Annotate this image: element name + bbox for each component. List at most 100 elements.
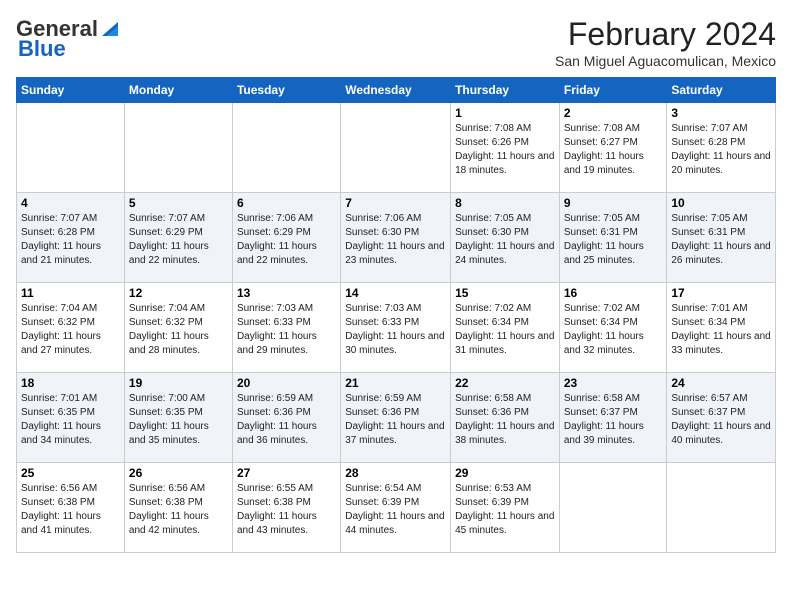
day-info: Sunrise: 7:02 AMSunset: 6:34 PMDaylight:… bbox=[564, 302, 663, 358]
day-number: 10 bbox=[671, 196, 771, 210]
day-number: 11 bbox=[21, 286, 120, 300]
calendar-table: SundayMondayTuesdayWednesdayThursdayFrid… bbox=[16, 77, 776, 553]
day-info: Sunrise: 7:07 AMSunset: 6:28 PMDaylight:… bbox=[671, 122, 771, 178]
day-number: 20 bbox=[237, 376, 336, 390]
day-info: Sunrise: 6:57 AMSunset: 6:37 PMDaylight:… bbox=[671, 392, 771, 448]
day-info: Sunrise: 6:58 AMSunset: 6:37 PMDaylight:… bbox=[564, 392, 663, 448]
month-title: February 2024 bbox=[555, 16, 776, 53]
day-number: 4 bbox=[21, 196, 120, 210]
calendar-cell: 29 Sunrise: 6:53 AMSunset: 6:39 PMDayligh… bbox=[451, 463, 560, 553]
day-info: Sunrise: 7:01 AMSunset: 6:35 PMDaylight:… bbox=[21, 392, 120, 448]
day-number: 28 bbox=[345, 466, 446, 480]
day-info: Sunrise: 7:06 AMSunset: 6:29 PMDaylight:… bbox=[237, 212, 336, 268]
calendar-cell: 21Sunrise: 6:59 AMSunset: 6:36 PMDayligh… bbox=[341, 373, 451, 463]
calendar-cell: 11 Sunrise: 7:04 AMSunset: 6:32 PMDayligh… bbox=[17, 283, 125, 373]
calendar-cell: 13 Sunrise: 7:03 AMSunset: 6:33 PMDayligh… bbox=[232, 283, 340, 373]
logo-wing-icon bbox=[98, 18, 120, 40]
day-info: Sunrise: 6:53 AMSunset: 6:39 PMDaylight:… bbox=[455, 482, 555, 538]
day-number: 21 bbox=[345, 376, 446, 390]
day-info: Sunrise: 6:56 AMSunset: 6:38 PMDaylight:… bbox=[129, 482, 228, 538]
calendar-cell: 22Sunrise: 6:58 AMSunset: 6:36 PMDayligh… bbox=[451, 373, 560, 463]
day-number: 5 bbox=[129, 196, 228, 210]
day-number: 9 bbox=[564, 196, 663, 210]
day-number: 19 bbox=[129, 376, 228, 390]
calendar-cell: 5 Sunrise: 7:07 AMSunset: 6:29 PMDaylight… bbox=[124, 193, 232, 283]
calendar-cell: 9 Sunrise: 7:05 AMSunset: 6:31 PMDaylight… bbox=[559, 193, 667, 283]
day-number: 23 bbox=[564, 376, 663, 390]
weekday-header-thursday: Thursday bbox=[451, 78, 560, 103]
day-number: 17 bbox=[671, 286, 771, 300]
calendar-cell: 10 Sunrise: 7:05 AMSunset: 6:31 PMDayligh… bbox=[667, 193, 776, 283]
calendar-cell: 7 Sunrise: 7:06 AMSunset: 6:30 PMDaylight… bbox=[341, 193, 451, 283]
calendar-cell: 25Sunrise: 6:56 AMSunset: 6:38 PMDayligh… bbox=[17, 463, 125, 553]
calendar-cell: 18 Sunrise: 7:01 AMSunset: 6:35 PMDayligh… bbox=[17, 373, 125, 463]
day-info: Sunrise: 7:01 AMSunset: 6:34 PMDaylight:… bbox=[671, 302, 771, 358]
day-info: Sunrise: 6:54 AMSunset: 6:39 PMDaylight:… bbox=[345, 482, 446, 538]
title-block: February 2024 San Miguel Aguacomulican, … bbox=[555, 16, 776, 69]
calendar-cell: 2 Sunrise: 7:08 AMSunset: 6:27 PMDaylight… bbox=[559, 103, 667, 193]
day-info: Sunrise: 7:08 AMSunset: 6:26 PMDaylight:… bbox=[455, 122, 555, 178]
calendar-cell: 20 Sunrise: 6:59 AMSunset: 6:36 PMDayligh… bbox=[232, 373, 340, 463]
calendar-cell: 23 Sunrise: 6:58 AMSunset: 6:37 PMDayligh… bbox=[559, 373, 667, 463]
calendar-week-row: 25 Sunrise: 6:56 AMSunset: 6:38 PMDayligh… bbox=[17, 463, 776, 553]
day-number: 7 bbox=[345, 196, 446, 210]
day-info: Sunrise: 7:05 AMSunset: 6:31 PMDaylight:… bbox=[671, 212, 771, 268]
day-info: Sunrise: 7:03 AMSunset: 6:33 PMDaylight:… bbox=[237, 302, 336, 358]
page-header: General Blue February 2024 San Miguel Ag… bbox=[16, 16, 776, 69]
day-number: 13 bbox=[237, 286, 336, 300]
day-number: 15 bbox=[455, 286, 555, 300]
calendar-week-row: 11 Sunrise: 7:04 AMSunset: 6:32 PMDayligh… bbox=[17, 283, 776, 373]
calendar-cell bbox=[341, 103, 451, 193]
day-number: 18 bbox=[21, 376, 120, 390]
calendar-cell bbox=[232, 103, 340, 193]
calendar-cell: 6 Sunrise: 7:06 AMSunset: 6:29 PMDaylight… bbox=[232, 193, 340, 283]
day-number: 25 bbox=[21, 466, 120, 480]
weekday-header-tuesday: Tuesday bbox=[232, 78, 340, 103]
calendar-cell bbox=[124, 103, 232, 193]
day-number: 24 bbox=[671, 376, 771, 390]
calendar-cell: 16 Sunrise: 7:02 AMSunset: 6:34 PMDayligh… bbox=[559, 283, 667, 373]
calendar-cell: 24 Sunrise: 6:57 AMSunset: 6:37 PMDayligh… bbox=[667, 373, 776, 463]
calendar-cell: 1 Sunrise: 7:08 AMSunset: 6:26 PMDaylight… bbox=[451, 103, 560, 193]
day-info: Sunrise: 6:59 AMSunset: 6:36 PMDaylight:… bbox=[237, 392, 336, 448]
calendar-cell: 27Sunrise: 6:55 AMSunset: 6:38 PMDayligh… bbox=[232, 463, 340, 553]
weekday-header-wednesday: Wednesday bbox=[341, 78, 451, 103]
day-info: Sunrise: 7:05 AMSunset: 6:31 PMDaylight:… bbox=[564, 212, 663, 268]
day-number: 1 bbox=[455, 106, 555, 120]
calendar-week-row: 18 Sunrise: 7:01 AMSunset: 6:35 PMDayligh… bbox=[17, 373, 776, 463]
calendar-cell: 4 Sunrise: 7:07 AMSunset: 6:28 PMDaylight… bbox=[17, 193, 125, 283]
day-info: Sunrise: 7:07 AMSunset: 6:28 PMDaylight:… bbox=[21, 212, 120, 268]
day-number: 8 bbox=[455, 196, 555, 210]
day-number: 3 bbox=[671, 106, 771, 120]
day-info: Sunrise: 7:08 AMSunset: 6:27 PMDaylight:… bbox=[564, 122, 663, 178]
calendar-cell: 12 Sunrise: 7:04 AMSunset: 6:32 PMDayligh… bbox=[124, 283, 232, 373]
day-number: 2 bbox=[564, 106, 663, 120]
day-info: Sunrise: 6:55 AMSunset: 6:38 PMDaylight:… bbox=[237, 482, 336, 538]
calendar-cell bbox=[559, 463, 667, 553]
logo-blue: Blue bbox=[18, 36, 66, 62]
day-info: Sunrise: 7:06 AMSunset: 6:30 PMDaylight:… bbox=[345, 212, 446, 268]
day-number: 16 bbox=[564, 286, 663, 300]
calendar-cell: 19 Sunrise: 7:00 AMSunset: 6:35 PMDayligh… bbox=[124, 373, 232, 463]
weekday-header-monday: Monday bbox=[124, 78, 232, 103]
calendar-cell bbox=[667, 463, 776, 553]
day-info: Sunrise: 7:02 AMSunset: 6:34 PMDaylight:… bbox=[455, 302, 555, 358]
day-number: 6 bbox=[237, 196, 336, 210]
calendar-cell: 26Sunrise: 6:56 AMSunset: 6:38 PMDayligh… bbox=[124, 463, 232, 553]
day-info: Sunrise: 7:05 AMSunset: 6:30 PMDaylight:… bbox=[455, 212, 555, 268]
day-info: Sunrise: 7:04 AMSunset: 6:32 PMDaylight:… bbox=[129, 302, 228, 358]
calendar-cell: 3 Sunrise: 7:07 AMSunset: 6:28 PMDaylight… bbox=[667, 103, 776, 193]
day-info: Sunrise: 7:07 AMSunset: 6:29 PMDaylight:… bbox=[129, 212, 228, 268]
weekday-header-friday: Friday bbox=[559, 78, 667, 103]
weekday-header-saturday: Saturday bbox=[667, 78, 776, 103]
calendar-cell bbox=[17, 103, 125, 193]
day-info: Sunrise: 7:03 AMSunset: 6:33 PMDaylight:… bbox=[345, 302, 446, 358]
calendar-header-row: SundayMondayTuesdayWednesdayThursdayFrid… bbox=[17, 78, 776, 103]
calendar-week-row: 1 Sunrise: 7:08 AMSunset: 6:26 PMDaylight… bbox=[17, 103, 776, 193]
day-number: 12 bbox=[129, 286, 228, 300]
day-info: Sunrise: 7:04 AMSunset: 6:32 PMDaylight:… bbox=[21, 302, 120, 358]
day-number: 22 bbox=[455, 376, 555, 390]
calendar-week-row: 4 Sunrise: 7:07 AMSunset: 6:28 PMDaylight… bbox=[17, 193, 776, 283]
day-info: Sunrise: 7:00 AMSunset: 6:35 PMDaylight:… bbox=[129, 392, 228, 448]
day-number: 29 bbox=[455, 466, 555, 480]
